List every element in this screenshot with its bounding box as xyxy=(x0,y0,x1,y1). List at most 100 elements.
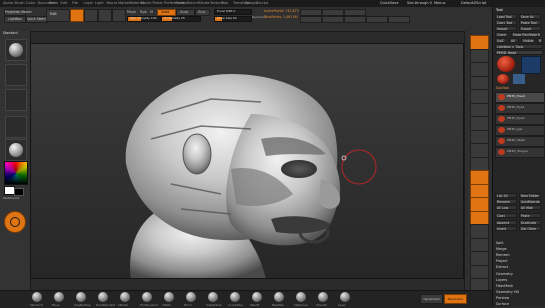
make-polymesh-button[interactable]: Make PolyMesh3D xyxy=(511,32,541,37)
menu-layer[interactable]: Layer xyxy=(84,1,94,5)
lightbox-button[interactable]: LightBox xyxy=(4,16,26,23)
brush-smooth-icon[interactable] xyxy=(318,292,328,302)
texture-icon[interactable] xyxy=(5,116,27,138)
standard-brush-icon[interactable] xyxy=(5,39,27,61)
resolution-button[interactable]: Resolution xyxy=(444,294,467,304)
all-low-button[interactable]: All Low xyxy=(495,205,517,210)
load-tool-button[interactable]: Load Tool xyxy=(495,14,517,19)
goz-button[interactable]: GoZ xyxy=(495,38,507,43)
brush-inflate-icon[interactable] xyxy=(164,292,174,302)
auto-reorder-button[interactable]: AutoReorder xyxy=(519,199,541,204)
floor-button[interactable] xyxy=(322,16,344,23)
layers-section[interactable]: Layers xyxy=(496,278,507,282)
mrgb-button[interactable]: Mrgb xyxy=(127,10,136,15)
merge-button[interactable]: Merge xyxy=(496,247,507,251)
zcut-button[interactable]: Zcut xyxy=(195,9,210,16)
brush-clipcurve-icon[interactable] xyxy=(296,292,306,302)
geometry-hd-section[interactable]: Geometry HD xyxy=(496,290,519,294)
export-button[interactable]: Export xyxy=(519,26,541,31)
brush-pinch-icon[interactable] xyxy=(186,292,196,302)
menu-brush[interactable]: Brush xyxy=(15,1,25,5)
import-button[interactable]: Import xyxy=(495,26,517,31)
subtool-item[interactable]: PM3D_Eye2 xyxy=(495,114,545,125)
all-button[interactable]: All xyxy=(509,38,519,43)
rgb-intensity-slider[interactable]: Rgb Intensity 100 xyxy=(127,16,161,22)
tool-thumbnail-icon[interactable] xyxy=(497,56,515,72)
menu-stencil[interactable]: Stencil xyxy=(187,1,199,5)
menu-marker[interactable]: Marker xyxy=(118,1,130,5)
del-other-button[interactable]: Del Other xyxy=(519,226,541,231)
menu-tool[interactable]: Tool xyxy=(222,1,229,5)
brush-claybuildup-icon[interactable] xyxy=(76,292,86,302)
append-button[interactable]: Append xyxy=(495,220,517,225)
subtool-item[interactable]: PM3D_Eye1 xyxy=(495,103,545,114)
menu-right-item[interactable]: QuickSave xyxy=(380,1,399,5)
star-tool-icon[interactable] xyxy=(521,56,541,74)
subtool-item[interactable]: PM3D_Teeth xyxy=(495,136,545,147)
new-folder-button[interactable]: New Folder xyxy=(519,193,541,198)
brush-curvetube-icon[interactable] xyxy=(230,292,240,302)
menu-picker[interactable]: Picker xyxy=(153,1,163,5)
menu-zscript[interactable]: Zscript xyxy=(256,1,268,5)
quick-sketch-button[interactable]: Quick Sketch xyxy=(26,16,48,23)
brush-slash3-icon[interactable] xyxy=(252,292,262,302)
menu-light[interactable]: Light xyxy=(95,1,104,5)
zadd-button[interactable]: Zadd xyxy=(157,9,176,16)
ghost-button[interactable] xyxy=(344,9,366,16)
polyf-button[interactable] xyxy=(322,9,344,16)
surface-section[interactable]: Surface xyxy=(496,302,509,306)
subtool-item[interactable]: PM3D_Tongue xyxy=(495,147,545,158)
clone-button[interactable]: Clone xyxy=(495,32,509,37)
secondary-color-swatch[interactable] xyxy=(14,188,24,196)
menu-macro[interactable]: Macro xyxy=(107,1,118,5)
brush-damstandard-icon[interactable] xyxy=(98,292,108,302)
dynamesh-button[interactable]: Dynamesh xyxy=(420,294,443,304)
brush-standard-icon[interactable] xyxy=(32,292,42,302)
split-button[interactable]: Split xyxy=(496,241,504,245)
remesh-button[interactable]: Remesh xyxy=(496,253,510,257)
color-picker[interactable] xyxy=(4,161,28,185)
projection-master-button[interactable]: Projection Master xyxy=(4,9,32,16)
m-button[interactable]: M xyxy=(150,10,153,15)
rotate-button[interactable] xyxy=(112,9,126,22)
extract-button[interactable]: Extract xyxy=(496,265,508,269)
draw-button[interactable] xyxy=(70,9,84,22)
menu-alpha[interactable]: Alpha xyxy=(3,1,13,5)
move-button[interactable] xyxy=(84,9,98,22)
menu-color[interactable]: Color xyxy=(26,1,35,5)
rename-button[interactable]: Rename xyxy=(495,199,517,204)
brush-hpolish-icon[interactable] xyxy=(120,292,130,302)
lightbox-tools-button[interactable]: Lightbox > Tools xyxy=(495,44,543,49)
brush-layer-icon[interactable] xyxy=(340,292,350,302)
menu-right-item[interactable]: See-through 0 xyxy=(407,1,432,5)
draw-size-slider[interactable]: Draw Size 64 xyxy=(214,16,252,22)
zsub-button[interactable]: Zsub xyxy=(176,9,195,16)
menu-movie[interactable]: Movie xyxy=(141,1,151,5)
menu-right-item[interactable]: DefaultZScript xyxy=(461,1,486,5)
subtool-item[interactable]: PM3D_Jaw xyxy=(495,125,545,136)
alpha-icon[interactable] xyxy=(5,89,27,111)
brush-trimdynamic-icon[interactable] xyxy=(142,292,152,302)
transp-button[interactable] xyxy=(300,9,322,16)
z-intensity-slider[interactable]: Z Intensity 25 xyxy=(161,16,201,22)
focal-shift-slider[interactable]: Focal Shift 0 xyxy=(214,9,252,15)
gradient-button[interactable] xyxy=(4,211,26,233)
material-icon[interactable] xyxy=(5,139,27,161)
preview-section[interactable]: Preview xyxy=(496,296,509,300)
visible-button[interactable]: Visible xyxy=(521,38,535,43)
local-button[interactable] xyxy=(344,16,366,23)
viewport-canvas[interactable] xyxy=(30,43,464,279)
project-button[interactable]: Project xyxy=(496,259,508,263)
copy-button[interactable]: Copy xyxy=(495,213,517,218)
r-button[interactable]: R xyxy=(537,38,543,43)
edit-button[interactable]: Edit xyxy=(46,9,70,22)
geometry-section[interactable]: Geometry xyxy=(496,272,513,276)
menu-file[interactable]: File xyxy=(72,1,78,5)
brush-maskpen-icon[interactable] xyxy=(274,292,284,302)
duplicate-button[interactable]: Duplicate xyxy=(519,220,541,225)
scale-button[interactable] xyxy=(98,9,112,22)
menu-edit[interactable]: Edit xyxy=(61,1,68,5)
paste-button[interactable]: Paste xyxy=(519,213,541,218)
save-as-button[interactable]: Save As xyxy=(519,14,541,19)
xyz-button[interactable] xyxy=(366,16,388,23)
